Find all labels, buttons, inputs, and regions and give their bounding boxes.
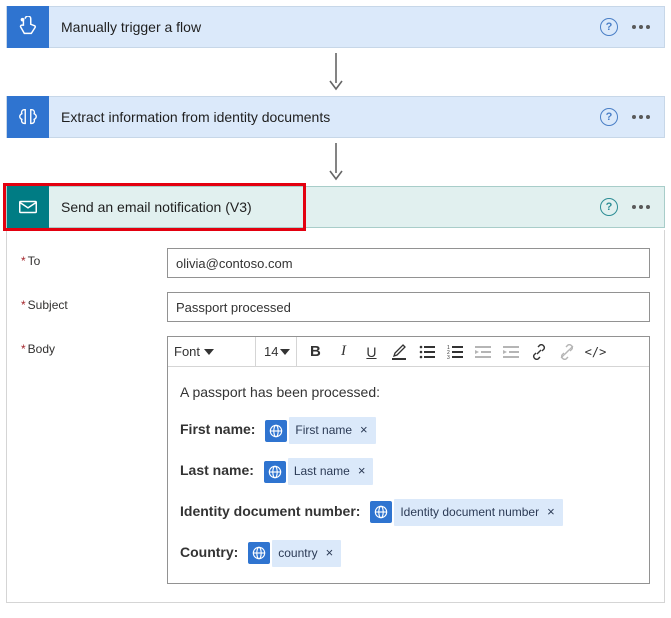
body-intro: A passport has been processed: [180, 381, 637, 403]
bulleted-list-button[interactable] [417, 342, 437, 362]
subject-input[interactable] [167, 292, 650, 322]
doc-number-token[interactable]: Identity document number × [394, 499, 562, 526]
connector-arrow [6, 50, 665, 96]
step-title: Extract information from identity docume… [49, 109, 600, 125]
italic-button[interactable]: I [333, 342, 353, 362]
remove-token-icon[interactable]: × [358, 461, 366, 482]
chevron-down-icon [280, 349, 290, 355]
doc-number-label: Identity document number: [180, 503, 360, 519]
link-button[interactable] [529, 342, 549, 362]
step-title: Manually trigger a flow [49, 19, 600, 35]
remove-token-icon[interactable]: × [326, 543, 334, 564]
connector-arrow [6, 140, 665, 186]
subject-label: *Subject [21, 292, 167, 312]
dynamic-content-icon [370, 501, 392, 523]
dynamic-content-icon [264, 461, 286, 483]
to-label: *To [21, 248, 167, 268]
more-menu-icon[interactable] [632, 115, 650, 119]
svg-text:3: 3 [447, 355, 450, 359]
editor-toolbar: Font 14 B I U [168, 337, 649, 367]
help-icon[interactable]: ? [600, 18, 618, 36]
touch-icon [7, 6, 49, 48]
step-extract-header[interactable]: Extract information from identity docume… [6, 96, 665, 138]
dynamic-content-icon [248, 542, 270, 564]
country-label: Country: [180, 544, 238, 560]
step-email-header[interactable]: Send an email notification (V3) ? [6, 186, 665, 228]
step-trigger-header[interactable]: Manually trigger a flow ? [6, 6, 665, 48]
outdent-button[interactable] [473, 342, 493, 362]
remove-token-icon[interactable]: × [547, 502, 555, 523]
chevron-down-icon [204, 349, 214, 355]
font-size-selector[interactable]: 14 [264, 337, 297, 366]
unlink-button[interactable] [557, 342, 577, 362]
mail-icon [7, 186, 49, 228]
more-menu-icon[interactable] [632, 25, 650, 29]
body-editor: Font 14 B I U [167, 336, 650, 584]
body-label: *Body [21, 336, 167, 356]
step-title: Send an email notification (V3) [49, 199, 600, 215]
remove-token-icon[interactable]: × [360, 420, 368, 441]
bold-button[interactable]: B [305, 342, 325, 362]
more-menu-icon[interactable] [632, 205, 650, 209]
font-selector[interactable]: Font [174, 337, 256, 366]
help-icon[interactable]: ? [600, 198, 618, 216]
last-name-label: Last name: [180, 462, 254, 478]
size-label: 14 [264, 344, 278, 359]
first-name-label: First name: [180, 422, 255, 438]
last-name-token[interactable]: Last name × [288, 458, 374, 485]
numbered-list-button[interactable]: 123 [445, 342, 465, 362]
email-detail-panel: *To *Subject *Body Font [6, 230, 665, 603]
brain-icon [7, 96, 49, 138]
dynamic-content-icon [265, 420, 287, 442]
font-label: Font [174, 344, 200, 359]
color-picker-button[interactable] [389, 342, 409, 362]
to-input[interactable] [167, 248, 650, 278]
underline-button[interactable]: U [361, 342, 381, 362]
country-token[interactable]: country × [272, 540, 341, 567]
indent-button[interactable] [501, 342, 521, 362]
code-view-button[interactable]: </> [585, 342, 605, 362]
help-icon[interactable]: ? [600, 108, 618, 126]
body-content[interactable]: A passport has been processed: First nam… [168, 367, 649, 583]
first-name-token[interactable]: First name × [289, 417, 375, 444]
